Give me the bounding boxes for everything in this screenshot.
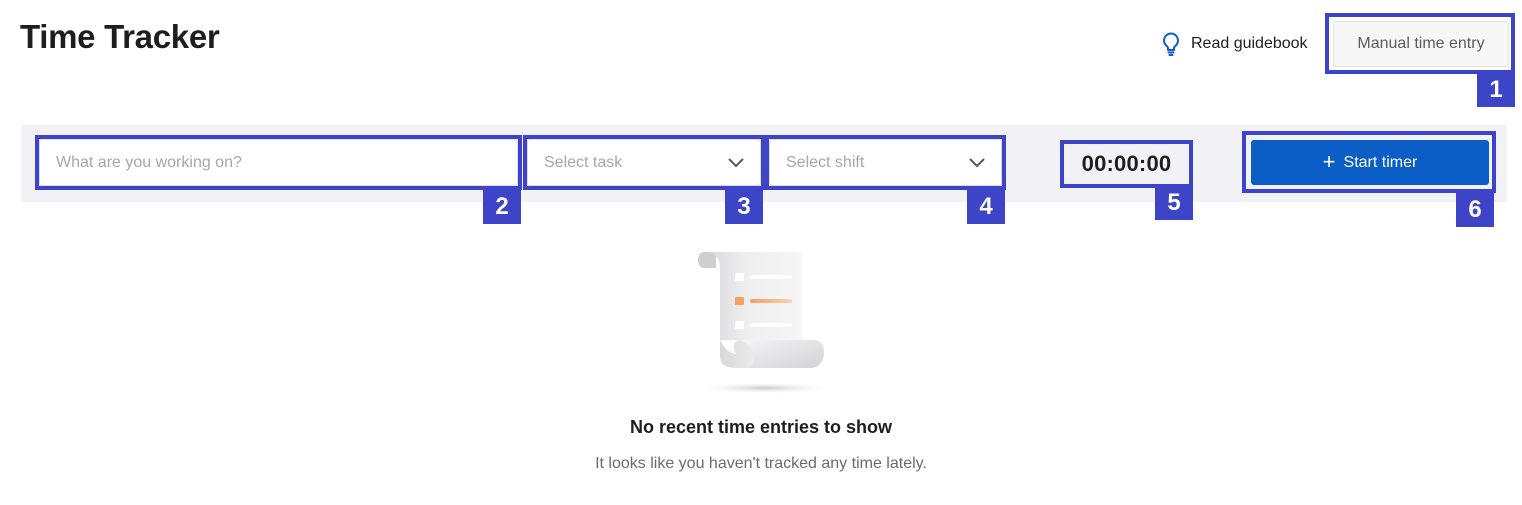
start-timer-button[interactable]: + Start timer: [1251, 140, 1489, 185]
scroll-list-icon: [693, 252, 837, 394]
empty-state-subtitle: It looks like you haven't tracked any ti…: [595, 455, 927, 472]
chevron-down-icon: [969, 158, 985, 167]
empty-state-title: No recent time entries to show: [629, 417, 893, 437]
annotation-badge-3: 3: [725, 190, 763, 224]
start-timer-label: Start timer: [1343, 153, 1418, 171]
chevron-down-icon: [728, 158, 744, 167]
annotation-badge-5: 5: [1155, 186, 1193, 220]
description-placeholder: What are you working on?: [56, 153, 242, 171]
annotation-badge-1: 1: [1477, 73, 1515, 107]
read-guidebook-label: Read guidebook: [1191, 35, 1308, 52]
select-shift-dropdown[interactable]: Select shift: [769, 139, 1002, 186]
select-shift-placeholder: Select shift: [786, 153, 865, 171]
read-guidebook-link[interactable]: Read guidebook: [1160, 31, 1308, 57]
select-task-dropdown[interactable]: Select task: [527, 139, 761, 186]
annotation-badge-2: 2: [483, 190, 521, 224]
timer-display: 00:00:00: [1081, 151, 1172, 176]
plus-icon: +: [1322, 148, 1336, 174]
annotation-badge-6: 6: [1456, 193, 1494, 227]
lightbulb-icon: [1163, 32, 1179, 56]
annotation-badge-4: 4: [967, 190, 1005, 224]
select-task-placeholder: Select task: [544, 153, 623, 171]
manual-time-entry-button[interactable]: Manual time entry: [1333, 21, 1509, 67]
page-title: Time Tracker: [20, 18, 220, 55]
description-input[interactable]: What are you working on?: [39, 139, 518, 186]
